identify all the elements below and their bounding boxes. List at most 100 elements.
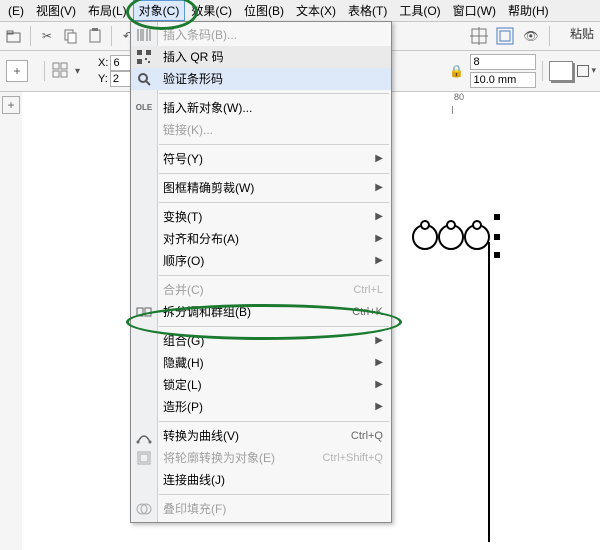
- submenu-arrow-icon: ▶: [375, 250, 383, 272]
- menu-separator: [159, 202, 389, 203]
- menu-item-label: 验证条形码: [163, 68, 223, 90]
- menu-item-对象c[interactable]: 对象(C): [133, 0, 186, 21]
- menu-item-位图b[interactable]: 位图(B): [238, 0, 290, 21]
- height-input[interactable]: [470, 72, 536, 88]
- vertical-ruler-bar: +: [0, 92, 23, 550]
- menu-item-帮助h[interactable]: 帮助(H): [502, 0, 555, 21]
- menu-item-label: 组合(G): [163, 330, 204, 352]
- menu-item-e[interactable]: (E): [2, 2, 30, 20]
- menu-item-文本x[interactable]: 文本(X): [290, 0, 342, 21]
- snap-icon[interactable]: [469, 26, 489, 46]
- separator: [30, 26, 31, 46]
- submenu-arrow-icon: ▶: [375, 330, 383, 352]
- submenu-arrow-icon: ▶: [375, 206, 383, 228]
- ole-icon: OLE: [135, 99, 153, 117]
- menu-item-to_curves[interactable]: 转换为曲线(V)Ctrl+Q: [131, 425, 391, 447]
- menu-item-效果c[interactable]: 效果(C): [185, 0, 238, 21]
- width-input[interactable]: [470, 54, 536, 70]
- menu-item-order[interactable]: 顺序(O) ▶: [131, 250, 391, 272]
- add-page-button[interactable]: +: [6, 60, 28, 82]
- menu-item-lock[interactable]: 锁定(L)▶: [131, 374, 391, 396]
- menu-item-label: 隐藏(H): [163, 352, 204, 374]
- add-vguide-icon[interactable]: +: [2, 96, 20, 114]
- submenu-arrow-icon: ▶: [375, 396, 383, 418]
- break-icon: [135, 303, 153, 321]
- menu-shortcut: Ctrl+K: [352, 301, 383, 323]
- barcode-icon: [135, 26, 153, 44]
- submenu-arrow-icon: ▶: [375, 374, 383, 396]
- menu-item-transform[interactable]: 变换(T) ▶: [131, 206, 391, 228]
- paste-label: 粘贴: [570, 25, 594, 42]
- cut-icon[interactable]: ✂: [37, 26, 57, 46]
- overprint-icon: [135, 500, 153, 518]
- menu-item-label: 链接(K)...: [163, 119, 213, 141]
- x-label: X:: [98, 56, 108, 70]
- menu-separator: [159, 93, 389, 94]
- menu-item-label: 顺序(O): [163, 250, 204, 272]
- menubar: (E)视图(V)布局(L)对象(C)效果(C)位图(B)文本(X)表格(T)工具…: [0, 0, 600, 22]
- menu-item-verify_barcode[interactable]: 验证条形码: [131, 68, 391, 90]
- selection-handle[interactable]: [494, 252, 500, 258]
- object-menu-dropdown: 插入条码(B)...插入 QR 码验证条形码 OLE 插入新对象(W)...链接(K…: [130, 21, 392, 523]
- menu-item-视图v[interactable]: 视图(V): [30, 0, 82, 21]
- canvas-object-line[interactable]: [488, 242, 490, 542]
- menu-item-insert_barcode: 插入条码(B)...: [131, 24, 391, 46]
- menu-item-表格t[interactable]: 表格(T): [342, 0, 393, 21]
- menu-item-label: 插入新对象(W)...: [163, 97, 252, 119]
- menu-item-label: 连接曲线(J): [163, 469, 225, 491]
- canvas-object-ring[interactable]: [464, 224, 490, 250]
- menu-item-align[interactable]: 对齐和分布(A)▶: [131, 228, 391, 250]
- y-label: Y:: [98, 72, 108, 86]
- sq-icon[interactable]: [577, 65, 589, 77]
- lock-ratio-icon[interactable]: 🔒: [446, 61, 466, 81]
- submenu-arrow-icon: ▶: [375, 177, 383, 199]
- separator: [549, 26, 550, 46]
- menu-item-label: 转换为曲线(V): [163, 425, 239, 447]
- menu-separator: [159, 173, 389, 174]
- menu-item-窗口w[interactable]: 窗口(W): [447, 0, 502, 21]
- menu-separator: [159, 326, 389, 327]
- menu-item-label: 变换(T): [163, 206, 202, 228]
- size-fields: [470, 54, 536, 88]
- menu-separator: [159, 494, 389, 495]
- menu-item-connect[interactable]: 连接曲线(J): [131, 469, 391, 491]
- menu-item-label: 图框精确剪裁(W): [163, 177, 254, 199]
- menu-item-breakapart[interactable]: 拆分调和群组(B) Ctrl+K: [131, 301, 391, 323]
- selection-handle[interactable]: [494, 234, 500, 240]
- submenu-arrow-icon: ▶: [375, 228, 383, 250]
- menu-item-label: 插入条码(B)...: [163, 24, 237, 46]
- menu-item-工具o[interactable]: 工具(O): [393, 0, 446, 21]
- menu-item-布局l[interactable]: 布局(L): [82, 0, 133, 21]
- paste-icon[interactable]: [85, 26, 105, 46]
- overlap-icon[interactable]: [549, 61, 573, 81]
- bounds-icon[interactable]: [495, 26, 515, 46]
- menu-separator: [159, 144, 389, 145]
- canvas-object-ring[interactable]: [412, 224, 438, 250]
- menu-item-shape[interactable]: 造形(P)▶: [131, 396, 391, 418]
- menu-item-new_object[interactable]: OLE 插入新对象(W)...: [131, 97, 391, 119]
- open-icon[interactable]: [4, 26, 24, 46]
- menu-item-hide[interactable]: 隐藏(H)▶: [131, 352, 391, 374]
- copy-icon[interactable]: [61, 26, 81, 46]
- outline-icon: [135, 449, 153, 467]
- menu-shortcut: Ctrl+L: [353, 279, 383, 301]
- visibility-icon[interactable]: 👁: [521, 26, 541, 46]
- menu-item-symbols[interactable]: 符号(Y) ▶: [131, 148, 391, 170]
- menu-item-insert_qr[interactable]: 插入 QR 码: [131, 46, 391, 68]
- menu-item-powerclip[interactable]: 图框精确剪裁(W) ▶: [131, 177, 391, 199]
- menu-item-overprint: 叠印填充(F): [131, 498, 391, 520]
- submenu-arrow-icon: ▶: [375, 148, 383, 170]
- search-icon: [135, 70, 153, 88]
- canvas-object-ring[interactable]: [438, 224, 464, 250]
- menu-item-group[interactable]: 组合(G) ▶: [131, 330, 391, 352]
- selection-handle[interactable]: [494, 214, 500, 220]
- menu-separator: [159, 421, 389, 422]
- menu-item-label: 插入 QR 码: [163, 46, 224, 68]
- menu-item-label: 将轮廓转换为对象(E): [163, 447, 275, 469]
- menu-item-label: 拆分调和群组(B): [163, 301, 251, 323]
- separator: [111, 26, 112, 46]
- menu-item-label: 符号(Y): [163, 148, 203, 170]
- curve-icon: [135, 427, 153, 445]
- menu-item-combine: 合并(C)Ctrl+L: [131, 279, 391, 301]
- grid-icon[interactable]: [51, 61, 71, 81]
